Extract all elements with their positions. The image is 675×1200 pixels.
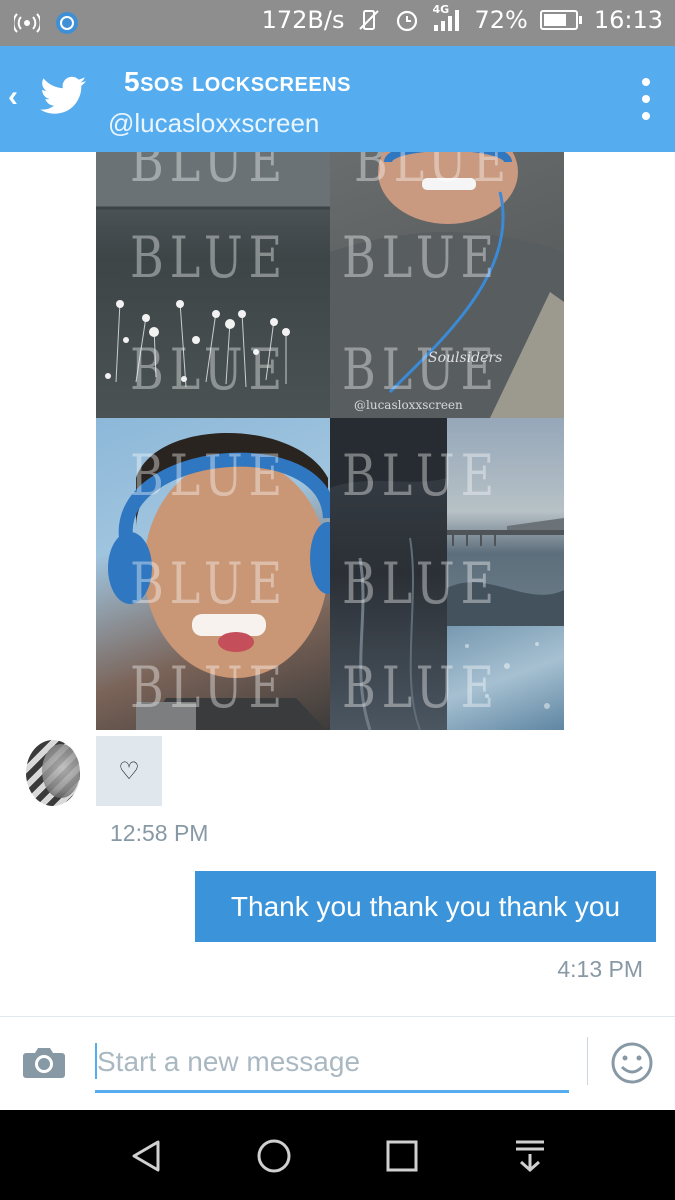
back-button[interactable]: ‹ xyxy=(8,82,18,112)
system-nav-bar xyxy=(0,1110,675,1200)
shared-image[interactable]: BLUE BLUE BLUE BLUE BLUE BLUE BLUE BLUE … xyxy=(96,152,564,730)
home-nav-icon[interactable] xyxy=(256,1138,292,1174)
watermark-text: BLUE xyxy=(130,335,289,403)
vibrate-off-icon xyxy=(359,10,380,30)
battery-icon xyxy=(539,10,582,30)
signal-icon xyxy=(434,10,460,31)
incoming-timestamp: 12:58 PM xyxy=(110,820,209,846)
avatar[interactable] xyxy=(26,740,80,806)
message-composer xyxy=(0,1016,675,1110)
twitter-bird-icon[interactable] xyxy=(40,76,88,116)
watermark-text: BLUE xyxy=(342,549,501,617)
outgoing-message-text: Thank you thank you thank you xyxy=(230,890,621,922)
camera-icon[interactable] xyxy=(22,1045,66,1079)
recents-nav-icon[interactable] xyxy=(384,1138,420,1174)
watermark-text: BLUE xyxy=(342,653,501,721)
app-icon xyxy=(56,12,78,34)
message-input[interactable] xyxy=(95,1037,569,1087)
conversation-handle: @lucasloxxscreen xyxy=(108,108,320,138)
image-signature: Soulsiders xyxy=(428,350,503,366)
more-options-icon[interactable] xyxy=(641,78,651,120)
alarm-icon xyxy=(397,10,418,32)
image-credit: @lucasloxxscreen xyxy=(354,398,463,412)
watermark-text: BLUE xyxy=(342,223,501,291)
net-speed: 172B/s xyxy=(261,6,345,34)
broadcast-icon xyxy=(14,13,40,33)
heart-reaction-bubble[interactable]: ♡ xyxy=(96,736,162,806)
outgoing-timestamp: 4:13 PM xyxy=(557,956,643,982)
clock: 16:13 xyxy=(593,6,663,34)
battery-percent: 72% xyxy=(474,6,528,34)
conversation-header: ‹ 5sos lockscreens @lucasloxxscreen xyxy=(0,46,675,152)
watermark-text: BLUE xyxy=(130,549,289,617)
watermark-text: BLUE xyxy=(130,223,289,291)
status-bar: 172B/s 4G 72% 16:13 xyxy=(0,0,675,46)
watermark-text: BLUE xyxy=(342,441,501,509)
message-input-wrap xyxy=(95,1037,569,1093)
watermark-text: BLUE xyxy=(354,152,513,195)
back-nav-icon[interactable] xyxy=(128,1138,164,1174)
watermark-text: BLUE xyxy=(130,441,289,509)
composer-divider xyxy=(587,1037,588,1085)
emoji-icon[interactable] xyxy=(610,1041,654,1085)
conversation-title: 5sos lockscreens xyxy=(124,66,351,97)
watermark-text: BLUE xyxy=(130,152,289,195)
watermark-text: BLUE xyxy=(130,653,289,721)
outgoing-message-bubble[interactable]: Thank you thank you thank you xyxy=(195,871,656,942)
heart-icon: ♡ xyxy=(118,757,140,785)
watermark-text: BLUE xyxy=(342,335,501,403)
notification-pull-icon[interactable] xyxy=(512,1138,548,1174)
